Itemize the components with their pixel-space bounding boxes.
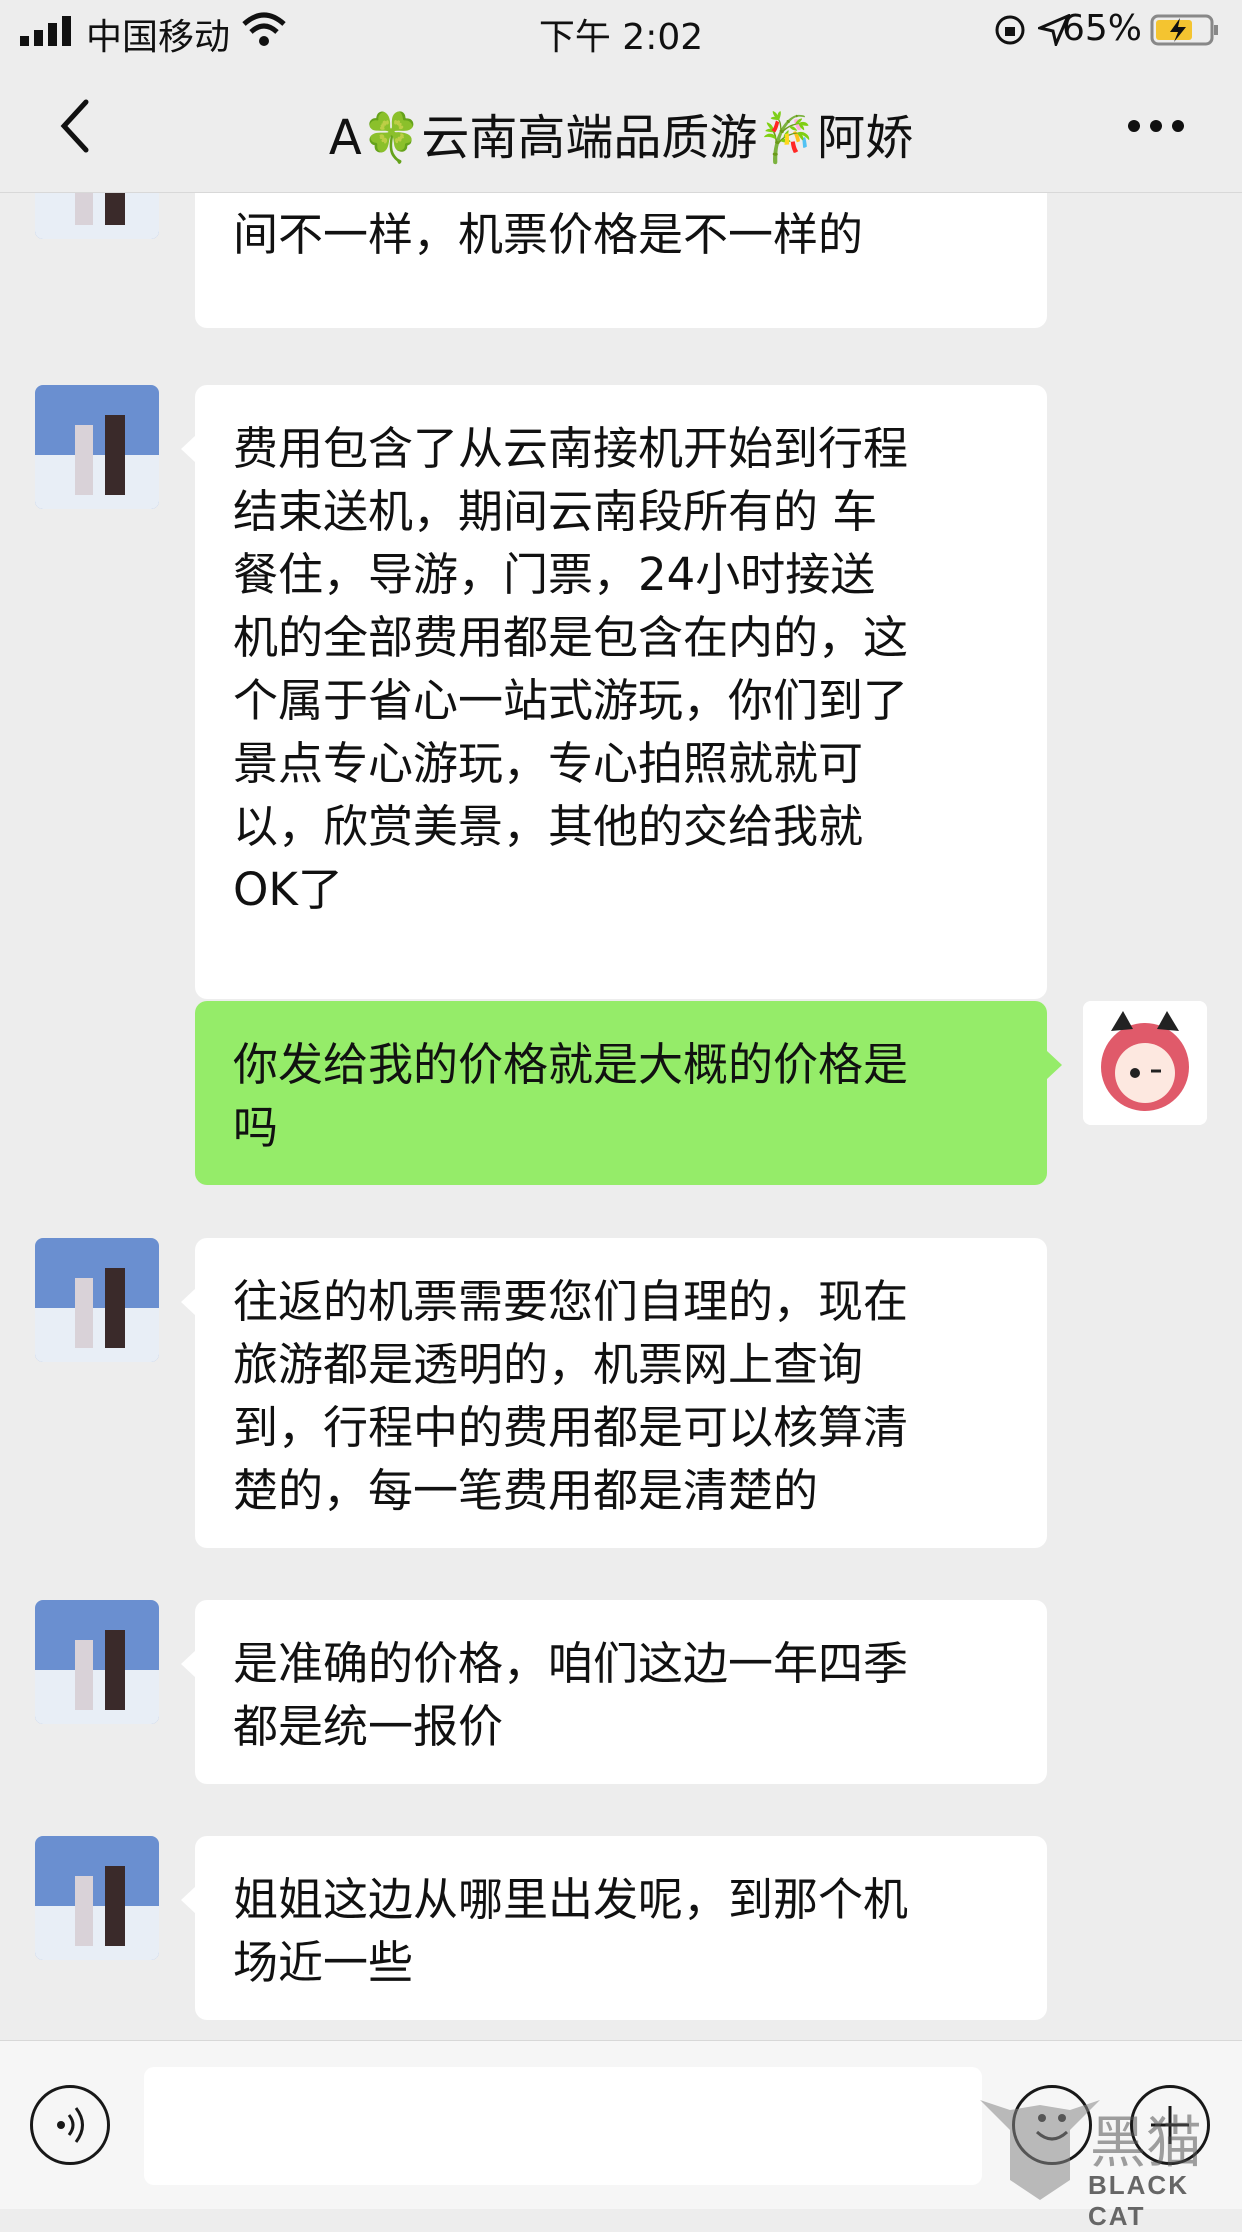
message-bubble[interactable]: 是准确的价格，咱们这边一年四季 都是统一报价 — [181, 1600, 1047, 1784]
contact-avatar[interactable] — [35, 385, 159, 509]
voice-icon — [57, 2107, 84, 2143]
battery-charging-icon — [1150, 14, 1218, 46]
watermark-mark: 黑猫 — [1090, 2111, 1202, 2176]
message-bubble[interactable]: 姐姐这边从哪里出发呢，到那个机 场近一些 — [181, 1836, 1047, 2020]
message-input[interactable] — [144, 2067, 982, 2185]
more-icon[interactable] — [1126, 118, 1186, 134]
message-bubble[interactable]: 费用包含了从云南接机开始到行程 结束送机，期间云南段所有的 车 餐住，导游，门票… — [181, 385, 1047, 999]
couple-photo-image — [35, 385, 159, 509]
rotation-lock-icon — [995, 15, 1025, 45]
contact-avatar[interactable] — [35, 193, 159, 239]
my-avatar[interactable] — [1083, 1001, 1207, 1125]
couple-photo-image — [35, 193, 159, 239]
watermark-text: BLACK CAT — [1088, 2170, 1189, 2231]
couple-photo-image — [35, 1238, 159, 1362]
couple-photo-image — [35, 1600, 159, 1724]
contact-avatar[interactable] — [35, 1600, 159, 1724]
status-bar: 中国移动 下午 2:02 65% — [0, 0, 1242, 62]
battery-percent: 65% — [1061, 8, 1142, 49]
contact-avatar[interactable] — [35, 1836, 159, 1960]
nav-bar: A🍀云南高端品质游🎋阿娇 — [0, 62, 1242, 193]
voice-button[interactable] — [30, 2085, 110, 2165]
chat-title: A🍀云南高端品质游🎋阿娇 — [328, 110, 914, 166]
couple-photo-image — [35, 1836, 159, 1960]
message-bubble-self[interactable]: 你发给我的价格就是大概的价格是 吗 — [195, 1001, 1062, 1185]
contact-avatar[interactable] — [35, 1238, 159, 1362]
chat-area[interactable]: 姐姐，出发的时间不一样，航班时 间不一样，机票价格是不一样的 费用包含了从云南接… — [0, 193, 1242, 2040]
message-bubble[interactable]: 往返的机票需要您们自理的，现在 旅游都是透明的，机票网上查询 到，行程中的费用都… — [181, 1238, 1047, 1548]
cartoon-girl-image — [1083, 1001, 1207, 1125]
back-icon[interactable] — [56, 98, 96, 154]
message-bubble[interactable]: 姐姐，出发的时间不一样，航班时 间不一样，机票价格是不一样的 — [195, 193, 1047, 328]
